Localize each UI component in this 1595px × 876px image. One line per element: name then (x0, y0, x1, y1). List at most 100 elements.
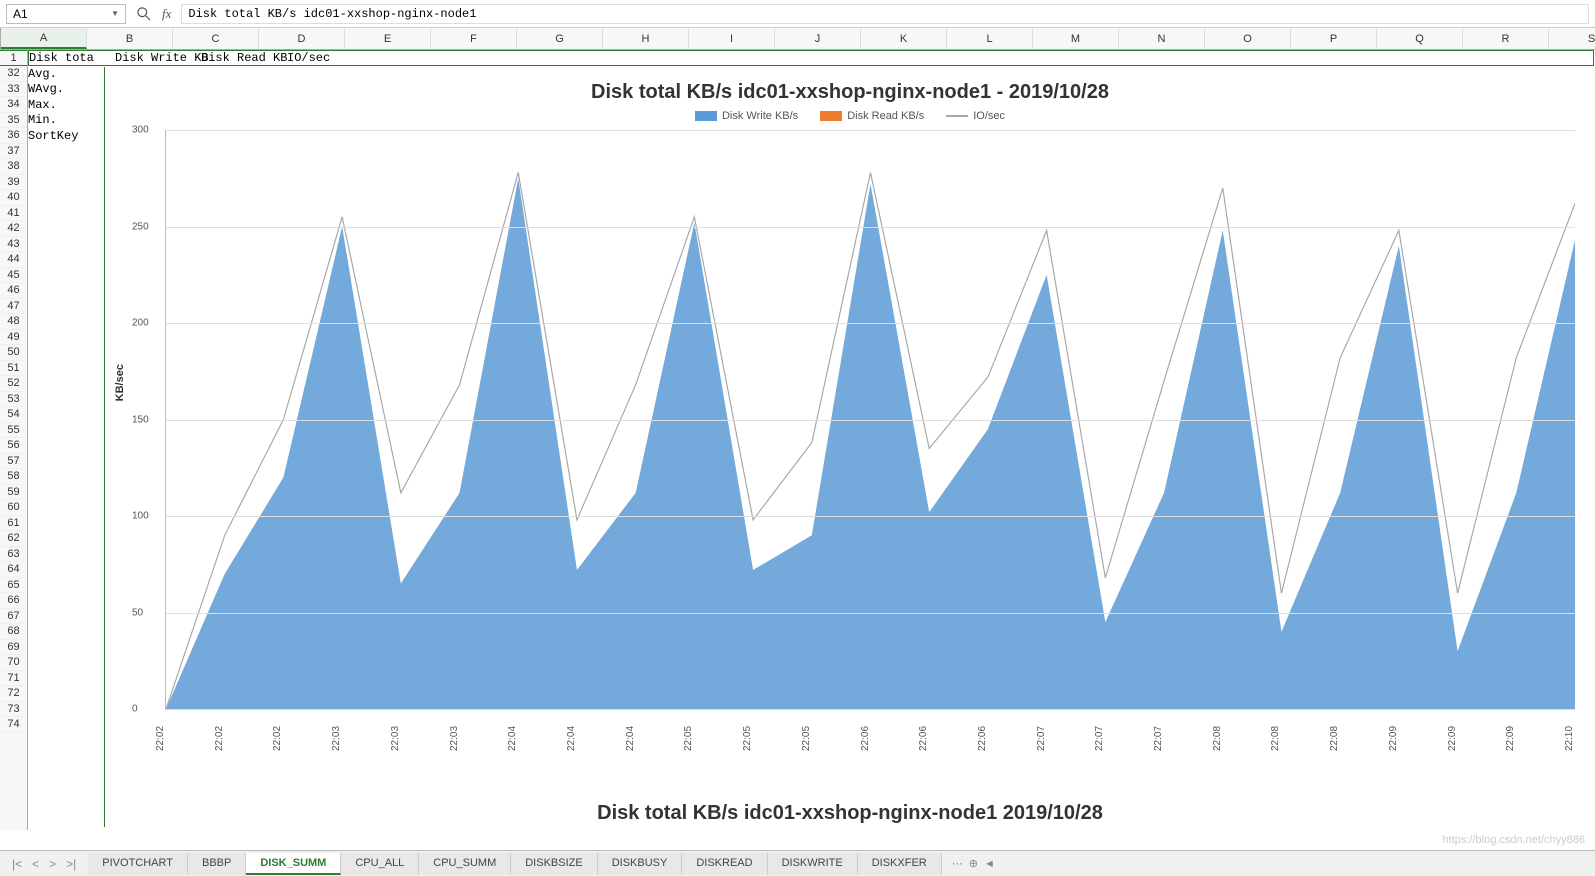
row-header[interactable]: 47 (0, 299, 27, 315)
row-header[interactable]: 32 (0, 66, 27, 82)
cell-row[interactable]: Disk totaDisk Write KBDisk Read KBIO/sec (28, 50, 1594, 66)
tab-prev-icon[interactable]: < (28, 857, 43, 871)
square-icon (695, 111, 717, 121)
row-header[interactable]: 71 (0, 671, 27, 687)
name-box[interactable]: A1 ▼ (6, 4, 126, 24)
row-header[interactable]: 34 (0, 97, 27, 113)
row-header[interactable]: 61 (0, 516, 27, 532)
column-header[interactable]: R (1463, 28, 1549, 49)
column-header[interactable]: I (689, 28, 775, 49)
row-header[interactable]: 39 (0, 175, 27, 191)
row-header[interactable]: 46 (0, 283, 27, 299)
new-sheet-icon[interactable]: ⊕ (969, 857, 978, 870)
row-header[interactable]: 55 (0, 423, 27, 439)
chevron-down-icon[interactable]: ▼ (111, 9, 119, 18)
tab-next-icon[interactable]: > (45, 857, 60, 871)
row-header[interactable]: 45 (0, 268, 27, 284)
row-header[interactable]: 60 (0, 500, 27, 516)
cell[interactable]: Avg. (28, 67, 114, 81)
row-header[interactable]: 72 (0, 686, 27, 702)
column-header[interactable]: N (1119, 28, 1205, 49)
row-header[interactable]: 51 (0, 361, 27, 377)
cell[interactable]: Max. (28, 98, 114, 112)
row-header[interactable]: 48 (0, 314, 27, 330)
cell[interactable]: WAvg. (28, 82, 114, 96)
column-header[interactable]: H (603, 28, 689, 49)
column-header[interactable]: O (1205, 28, 1291, 49)
cell[interactable]: SortKey (28, 129, 114, 143)
column-header[interactable]: P (1291, 28, 1377, 49)
sheet-tab[interactable]: PIVOTCHART (88, 853, 188, 875)
sheet-area[interactable]: Disk totaDisk Write KBDisk Read KBIO/sec… (28, 50, 1595, 830)
column-header[interactable]: E (345, 28, 431, 49)
more-tabs-icon[interactable]: ⋯ (952, 857, 963, 870)
chart-object[interactable]: Disk total KB/s idc01-xxshop-nginx-node1… (104, 67, 1595, 827)
column-header[interactable]: K (861, 28, 947, 49)
row-header[interactable]: 36 (0, 128, 27, 144)
select-all-corner[interactable] (0, 28, 1, 49)
row-header[interactable]: 64 (0, 562, 27, 578)
sheet-tab[interactable]: BBBP (188, 853, 246, 875)
row-header[interactable]: 1 (0, 50, 27, 66)
sheet-tab[interactable]: DISK_SUMM (246, 853, 341, 875)
row-header[interactable]: 62 (0, 531, 27, 547)
row-header[interactable]: 49 (0, 330, 27, 346)
sheet-tab[interactable]: DISKBSIZE (511, 853, 597, 875)
row-header[interactable]: 52 (0, 376, 27, 392)
tab-last-icon[interactable]: >| (62, 857, 80, 871)
row-header[interactable]: 74 (0, 717, 27, 733)
sheet-tab[interactable]: CPU_SUMM (419, 853, 511, 875)
sheet-tab[interactable]: DISKREAD (682, 853, 767, 875)
row-header[interactable]: 40 (0, 190, 27, 206)
row-header[interactable]: 56 (0, 438, 27, 454)
row-header[interactable]: 57 (0, 454, 27, 470)
row-header[interactable]: 58 (0, 469, 27, 485)
row-header[interactable]: 65 (0, 578, 27, 594)
sheet-tab[interactable]: DISKWRITE (768, 853, 858, 875)
row-header[interactable]: 59 (0, 485, 27, 501)
sheet-tabs: |< < > >| PIVOTCHARTBBBPDISK_SUMMCPU_ALL… (0, 850, 1595, 876)
fx-icon[interactable]: fx (162, 6, 171, 22)
tab-scroll-left-icon[interactable]: ◄ (984, 858, 995, 870)
tab-first-icon[interactable]: |< (8, 857, 26, 871)
row-header[interactable]: 35 (0, 113, 27, 129)
row-header[interactable]: 38 (0, 159, 27, 175)
column-header[interactable]: L (947, 28, 1033, 49)
row-header[interactable]: 68 (0, 624, 27, 640)
row-header[interactable]: 69 (0, 640, 27, 656)
row-header[interactable]: 66 (0, 593, 27, 609)
row-header[interactable]: 63 (0, 547, 27, 563)
row-header[interactable]: 43 (0, 237, 27, 253)
row-header[interactable]: 50 (0, 345, 27, 361)
row-header[interactable]: 70 (0, 655, 27, 671)
row-header[interactable]: 44 (0, 252, 27, 268)
cell[interactable]: Disk tota (29, 51, 115, 65)
column-header[interactable]: S (1549, 28, 1595, 49)
column-header[interactable]: A (1, 28, 87, 49)
column-header[interactable]: M (1033, 28, 1119, 49)
column-header[interactable]: G (517, 28, 603, 49)
sheet-tab[interactable]: DISKXFER (858, 853, 942, 875)
column-header[interactable]: D (259, 28, 345, 49)
zoom-icon[interactable] (136, 6, 152, 22)
sheet-tab[interactable]: DISKBUSY (598, 853, 683, 875)
column-header[interactable]: Q (1377, 28, 1463, 49)
row-header[interactable]: 33 (0, 82, 27, 98)
column-header[interactable]: B (87, 28, 173, 49)
row-header[interactable]: 54 (0, 407, 27, 423)
row-header[interactable]: 67 (0, 609, 27, 625)
cell[interactable]: IO/sec (287, 51, 373, 65)
cell[interactable]: Disk Write KB (115, 51, 201, 65)
cell[interactable]: Min. (28, 113, 114, 127)
column-header[interactable]: J (775, 28, 861, 49)
column-header[interactable]: C (173, 28, 259, 49)
column-header[interactable]: F (431, 28, 517, 49)
row-header[interactable]: 37 (0, 144, 27, 160)
formula-input[interactable]: Disk total KB/s idc01-xxshop-nginx-node1 (181, 4, 1589, 24)
row-header[interactable]: 53 (0, 392, 27, 408)
row-header[interactable]: 73 (0, 702, 27, 718)
cell[interactable]: Disk Read KB (201, 51, 287, 65)
sheet-tab[interactable]: CPU_ALL (341, 853, 419, 875)
row-header[interactable]: 41 (0, 206, 27, 222)
row-header[interactable]: 42 (0, 221, 27, 237)
